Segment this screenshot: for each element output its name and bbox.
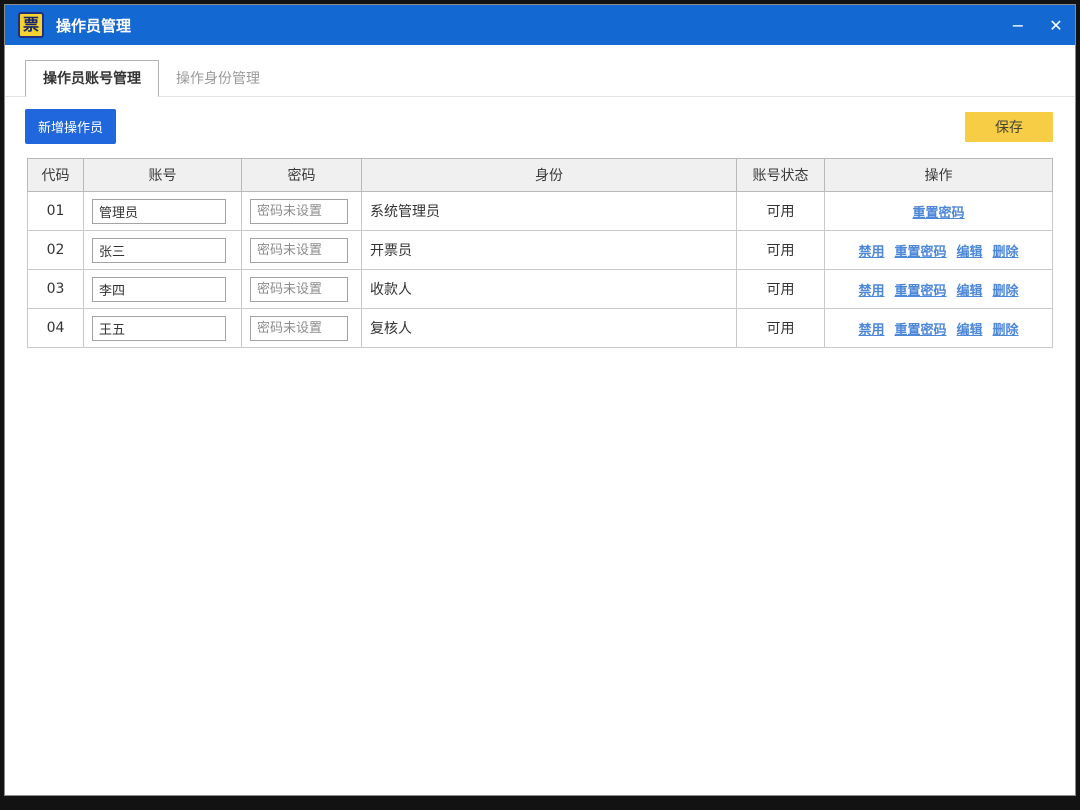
account-input[interactable] xyxy=(92,199,226,224)
account-input[interactable] xyxy=(92,316,226,341)
save-button[interactable]: 保存 xyxy=(965,112,1053,142)
table-row: 04 复核人 可用 禁用重置密码编辑删除 xyxy=(28,309,1053,348)
cell-account xyxy=(84,192,242,231)
cell-status: 可用 xyxy=(737,231,825,270)
cell-account xyxy=(84,231,242,270)
table-row: 01 系统管理员 可用 重置密码 xyxy=(28,192,1053,231)
column-header-code: 代码 xyxy=(28,159,84,192)
titlebar: 票 操作员管理 − ✕ xyxy=(5,5,1075,45)
cell-code: 03 xyxy=(28,270,84,309)
window-title: 操作员管理 xyxy=(56,15,131,36)
column-header-identity: 身份 xyxy=(362,159,737,192)
table-header-row: 代码 账号 密码 身份 账号状态 操作 xyxy=(28,159,1053,192)
cell-actions: 禁用重置密码编辑删除 xyxy=(825,309,1053,348)
account-input[interactable] xyxy=(92,277,226,302)
action-link-delete[interactable]: 删除 xyxy=(993,280,1019,299)
cell-identity: 系统管理员 xyxy=(362,192,737,231)
close-button[interactable]: ✕ xyxy=(1037,5,1075,45)
cell-actions: 重置密码 xyxy=(825,192,1053,231)
cell-actions: 禁用重置密码编辑删除 xyxy=(825,270,1053,309)
action-link-edit[interactable]: 编辑 xyxy=(957,319,983,338)
column-header-status: 账号状态 xyxy=(737,159,825,192)
action-link-reset-password[interactable]: 重置密码 xyxy=(912,202,964,221)
cell-password xyxy=(242,270,362,309)
cell-password xyxy=(242,192,362,231)
action-link-disable[interactable]: 禁用 xyxy=(858,280,884,299)
password-input[interactable] xyxy=(250,238,348,263)
tab-operator-account-management[interactable]: 操作员账号管理 xyxy=(25,60,159,97)
cell-actions: 禁用重置密码编辑删除 xyxy=(825,231,1053,270)
action-link-disable[interactable]: 禁用 xyxy=(858,241,884,260)
action-link-reset-password[interactable]: 重置密码 xyxy=(894,241,946,260)
add-operator-button[interactable]: 新增操作员 xyxy=(25,109,116,144)
app-window: 票 操作员管理 − ✕ 操作员账号管理 操作身份管理 新增操作员 保存 代码 账… xyxy=(4,4,1076,796)
account-input[interactable] xyxy=(92,238,226,263)
cell-identity: 开票员 xyxy=(362,231,737,270)
cell-status: 可用 xyxy=(737,309,825,348)
window-controls: − ✕ xyxy=(999,5,1075,45)
action-link-reset-password[interactable]: 重置密码 xyxy=(894,319,946,338)
table-row: 03 收款人 可用 禁用重置密码编辑删除 xyxy=(28,270,1053,309)
operator-table: 代码 账号 密码 身份 账号状态 操作 01 系统管理员 可用 重置密码 02 xyxy=(5,156,1075,348)
cell-status: 可用 xyxy=(737,192,825,231)
password-input[interactable] xyxy=(250,199,348,224)
cell-code: 02 xyxy=(28,231,84,270)
tab-bar: 操作员账号管理 操作身份管理 xyxy=(5,45,1075,97)
column-header-password: 密码 xyxy=(242,159,362,192)
action-link-edit[interactable]: 编辑 xyxy=(957,280,983,299)
action-link-disable[interactable]: 禁用 xyxy=(858,319,884,338)
action-link-delete[interactable]: 删除 xyxy=(993,241,1019,260)
tab-operator-identity-management[interactable]: 操作身份管理 xyxy=(159,61,277,96)
cell-code: 04 xyxy=(28,309,84,348)
cell-identity: 收款人 xyxy=(362,270,737,309)
action-link-edit[interactable]: 编辑 xyxy=(957,241,983,260)
password-input[interactable] xyxy=(250,316,348,341)
minimize-button[interactable]: − xyxy=(999,5,1037,45)
cell-password xyxy=(242,309,362,348)
cell-password xyxy=(242,231,362,270)
operator-table-body: 01 系统管理员 可用 重置密码 02 开票员 可用 禁用重置密码编辑删除 03… xyxy=(28,192,1053,348)
cell-code: 01 xyxy=(28,192,84,231)
toolbar: 新增操作员 保存 xyxy=(5,97,1075,156)
cell-account xyxy=(84,309,242,348)
cell-identity: 复核人 xyxy=(362,309,737,348)
cell-account xyxy=(84,270,242,309)
cell-status: 可用 xyxy=(737,270,825,309)
action-link-delete[interactable]: 删除 xyxy=(993,319,1019,338)
password-input[interactable] xyxy=(250,277,348,302)
action-link-reset-password[interactable]: 重置密码 xyxy=(894,280,946,299)
app-icon: 票 xyxy=(18,12,44,38)
column-header-account: 账号 xyxy=(84,159,242,192)
table-row: 02 开票员 可用 禁用重置密码编辑删除 xyxy=(28,231,1053,270)
column-header-actions: 操作 xyxy=(825,159,1053,192)
